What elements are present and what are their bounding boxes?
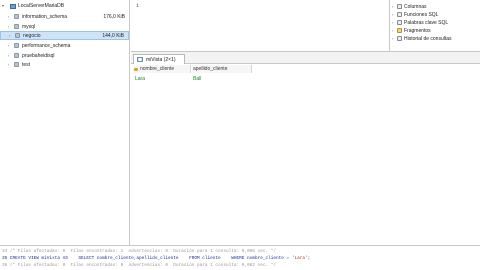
database-name: pruebaheidisql xyxy=(22,52,55,59)
history-icon xyxy=(397,36,402,41)
result-tab-strip: miVista (2×1) xyxy=(131,52,480,64)
helper-item-label: Columnas xyxy=(404,3,427,10)
column-header-nombre-cliente[interactable]: nombre_cliente xyxy=(133,65,191,73)
database-name: performance_schema xyxy=(22,42,71,49)
helper-item-keywords[interactable]: › Palabras clave SQL xyxy=(392,19,448,26)
table-cell[interactable]: Lara xyxy=(135,75,191,83)
query-editor[interactable]: 1 xyxy=(131,0,389,52)
expand-arrow-icon[interactable]: › xyxy=(8,53,12,58)
database-name: negocio xyxy=(23,32,41,39)
helper-item-label: Palabras clave SQL xyxy=(404,19,449,26)
line-number: 1 xyxy=(136,3,140,9)
column-header-label: apellido_cliente xyxy=(193,66,228,72)
helper-item-columns[interactable]: › Columnas xyxy=(392,3,427,10)
collapse-arrow-icon[interactable]: ▾ xyxy=(2,4,6,8)
database-size: 144,0 KiB xyxy=(102,32,124,39)
database-name: mysql xyxy=(22,23,36,30)
tree-item-negocio[interactable]: › negocio 144,0 KiB xyxy=(0,31,129,40)
expand-arrow-icon[interactable]: › xyxy=(8,62,12,67)
expand-arrow-icon[interactable]: › xyxy=(9,33,13,38)
helper-item-functions[interactable]: › Funciones SQL xyxy=(392,11,438,18)
helper-item-label: Funciones SQL xyxy=(404,11,439,18)
helper-item-label: Fragmentos xyxy=(404,27,431,34)
sql-log[interactable]: 34 /* Filas afectadas: 0 Filas encontrad… xyxy=(0,245,480,270)
database-icon xyxy=(14,14,19,19)
columns-icon xyxy=(397,4,402,9)
functions-icon xyxy=(397,12,402,17)
key-icon xyxy=(134,67,138,71)
helper-item-history[interactable]: › Historial de consultas xyxy=(392,35,452,42)
helper-item-snippets[interactable]: › Fragmentos xyxy=(392,27,431,34)
keywords-icon xyxy=(397,20,402,25)
expand-arrow-icon[interactable]: › xyxy=(8,24,12,29)
log-terminator: ; xyxy=(307,256,311,261)
database-name: test xyxy=(22,61,31,68)
tree-item-pruebaheidisql[interactable]: › pruebaheidisql xyxy=(0,51,129,60)
database-icon xyxy=(14,62,19,67)
tree-item-performance-schema[interactable]: › performance_schema xyxy=(0,41,129,50)
table-cell[interactable]: Ball xyxy=(193,75,251,83)
tree-item-mysql[interactable]: › mysql xyxy=(0,22,129,31)
tree-server-node[interactable]: ▾ LocalServerMariaDB xyxy=(2,2,64,10)
result-grid[interactable]: nombre_cliente apellido_cliente Lara Bal… xyxy=(131,64,480,245)
log-command: 35 CREATE VIEW miVista AS SELECT nombre_… xyxy=(2,256,292,261)
database-tree[interactable]: ▾ LocalServerMariaDB › information_schem… xyxy=(0,0,130,245)
database-icon xyxy=(14,53,19,58)
database-name: information_schema xyxy=(22,13,68,20)
helper-panel[interactable]: › Columnas › Funciones SQL › Palabras cl… xyxy=(389,0,480,52)
server-icon xyxy=(10,3,16,9)
tree-item-test[interactable]: › test xyxy=(0,60,129,69)
log-string: 'Lara' xyxy=(291,256,308,261)
tab-label: miVista (2×1) xyxy=(146,56,176,63)
database-icon xyxy=(15,33,20,38)
database-icon xyxy=(14,43,19,48)
column-header-label: nombre_cliente xyxy=(140,66,175,72)
expand-arrow-icon[interactable]: › xyxy=(8,14,12,19)
database-icon xyxy=(14,24,19,29)
log-line: 36 /* Filas afectadas: 0 Filas encontrad… xyxy=(2,263,277,268)
snippets-icon xyxy=(397,28,402,33)
server-name: LocalServerMariaDB xyxy=(18,3,65,9)
tab-result-mivista[interactable]: miVista (2×1) xyxy=(133,54,185,64)
helper-item-label: Historial de consultas xyxy=(404,35,452,42)
expand-arrow-icon[interactable]: › xyxy=(8,43,12,48)
log-line: 34 /* Filas afectadas: 0 Filas encontrad… xyxy=(2,249,277,254)
database-size: 176,0 KiB xyxy=(103,13,125,20)
log-line: 35 CREATE VIEW miVista AS SELECT nombre_… xyxy=(0,255,480,262)
tree-item-information-schema[interactable]: › information_schema 176,0 KiB xyxy=(0,12,129,21)
grid-icon xyxy=(137,57,143,62)
column-header-apellido-cliente[interactable]: apellido_cliente xyxy=(192,65,252,73)
